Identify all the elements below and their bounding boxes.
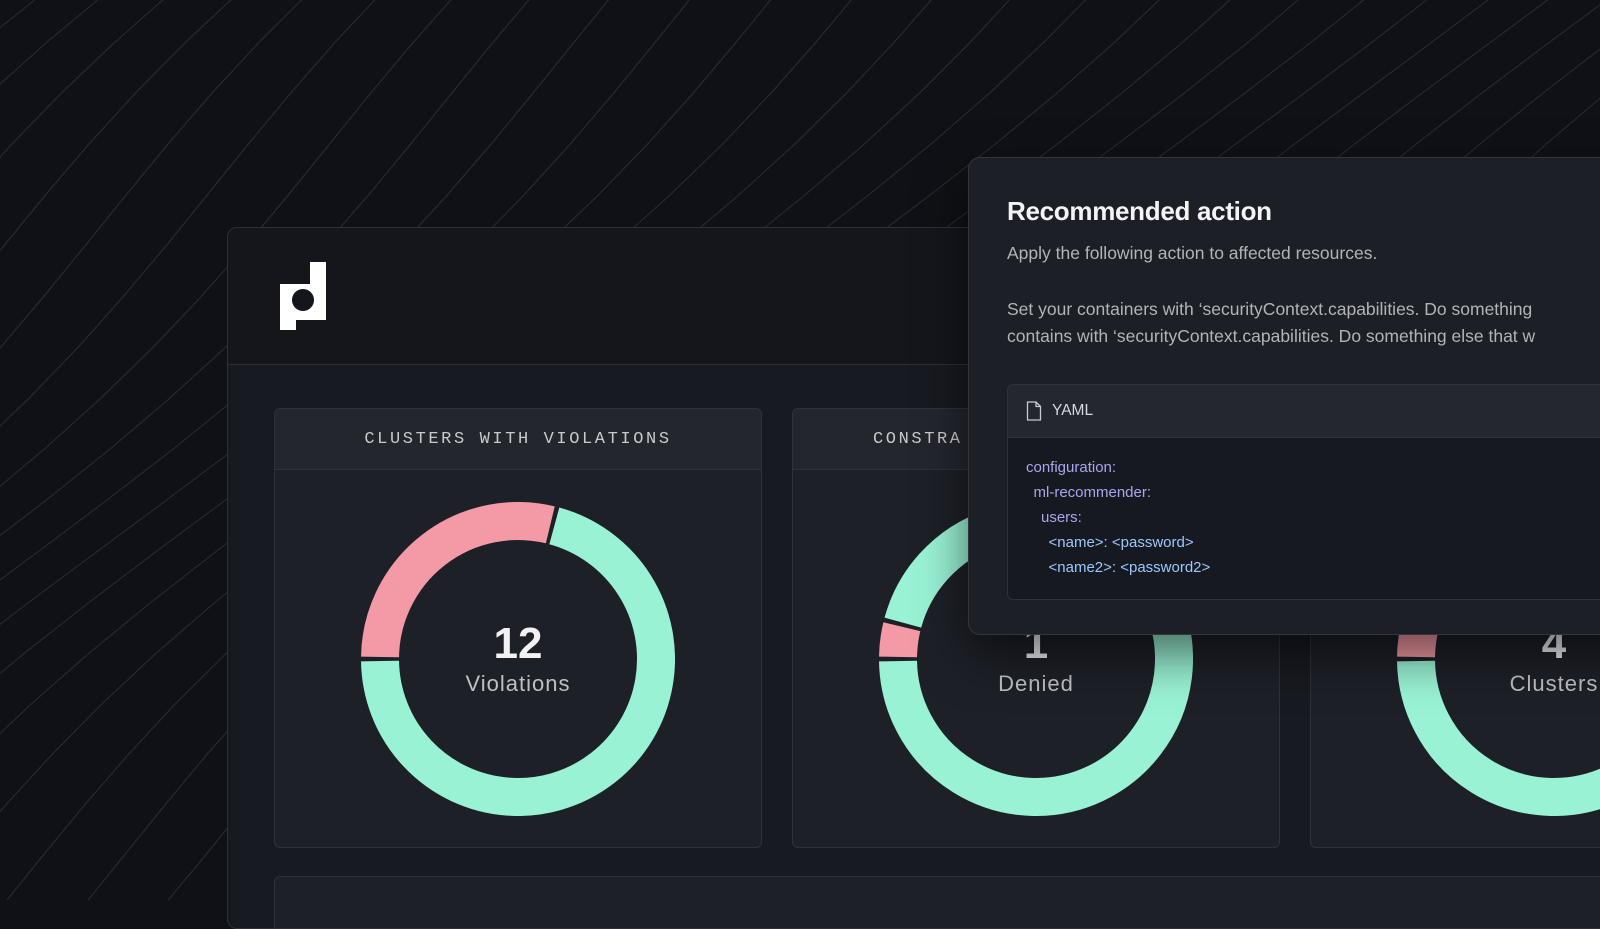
description-line: contains with ‘securityContext.capabilit… bbox=[1007, 323, 1535, 350]
code-line: configuration: bbox=[1026, 455, 1210, 480]
popup-description: Set your containers with ‘securityContex… bbox=[1007, 296, 1535, 350]
card-clusters-with-violations: CLUSTERS WITH VIOLATIONS 12 Violations bbox=[274, 408, 762, 848]
donut-chart: 12 Violations bbox=[361, 502, 675, 816]
background-wave-line bbox=[0, 0, 173, 900]
violations-count: 12 bbox=[494, 621, 543, 667]
code-line: users: bbox=[1026, 505, 1210, 530]
background-wave-line bbox=[0, 0, 54, 900]
clusters-label: Clusters bbox=[1510, 671, 1599, 697]
code-line: <name2>: <password2> bbox=[1026, 555, 1210, 580]
file-icon bbox=[1026, 401, 1042, 421]
recommended-action-popup: Recommended action Apply the following a… bbox=[968, 157, 1600, 635]
yaml-code-block: YAML configuration:ml-recommender:users:… bbox=[1007, 384, 1600, 600]
code-line: <name>: <password> bbox=[1026, 530, 1210, 555]
denied-label: Denied bbox=[998, 671, 1074, 697]
code-line: ml-recommender: bbox=[1026, 480, 1210, 505]
code-content: configuration:ml-recommender:users:<name… bbox=[1026, 455, 1210, 580]
description-line: Set your containers with ‘securityContex… bbox=[1007, 296, 1535, 323]
background-wave-line bbox=[0, 0, 235, 900]
code-language-label: YAML bbox=[1052, 402, 1093, 420]
popup-title: Recommended action bbox=[1007, 196, 1272, 227]
brand-logo-icon[interactable] bbox=[280, 262, 326, 330]
bottom-panel bbox=[274, 876, 1600, 929]
popup-subtitle: Apply the following action to affected r… bbox=[1007, 243, 1377, 264]
violations-label: Violations bbox=[466, 671, 571, 697]
card-header: CLUSTERS WITH VIOLATIONS bbox=[275, 409, 761, 470]
background-wave-line bbox=[0, 0, 113, 900]
code-block-header: YAML bbox=[1008, 385, 1600, 438]
